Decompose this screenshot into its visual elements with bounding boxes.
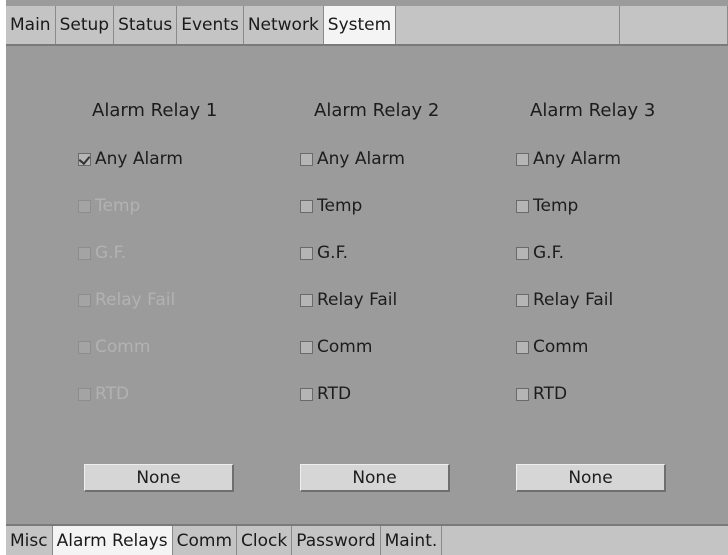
relay-1-none-button[interactable]: None: [84, 464, 234, 492]
checkbox-icon[interactable]: [300, 199, 313, 213]
relay-1-option-comm: Comm: [78, 335, 278, 359]
option-label: Any Alarm: [317, 149, 405, 169]
option-label: Comm: [533, 337, 589, 357]
tab-alarm-relays[interactable]: Alarm Relays: [52, 526, 173, 555]
relay-3-option-temp[interactable]: Temp: [516, 194, 716, 218]
option-label: RTD: [95, 384, 130, 404]
option-label: Any Alarm: [95, 149, 183, 169]
tab-network[interactable]: Network: [244, 6, 324, 44]
option-label: G.F.: [317, 243, 349, 263]
alarm-relay-2-column: Alarm Relay 2 Any Alarm Temp G.F. Relay …: [300, 100, 500, 406]
tab-comm[interactable]: Comm: [173, 526, 238, 555]
option-label: RTD: [317, 384, 352, 404]
relay-3-option-comm[interactable]: Comm: [516, 335, 716, 359]
alarm-relay-3-title: Alarm Relay 3: [530, 100, 656, 121]
alarm-relays-screen: Main Setup Status Events Network System …: [6, 0, 728, 555]
tab-password[interactable]: Password: [292, 526, 381, 555]
checkbox-icon[interactable]: [300, 246, 313, 260]
option-label: G.F.: [533, 243, 565, 263]
checkbox-icon: [78, 387, 91, 401]
checkbox-icon[interactable]: [300, 152, 313, 166]
relay-3-option-relay-fail[interactable]: Relay Fail: [516, 288, 716, 312]
checkbox-icon[interactable]: [516, 199, 529, 213]
relay-2-option-any-alarm[interactable]: Any Alarm: [300, 147, 500, 171]
alarm-relay-2-title: Alarm Relay 2: [314, 100, 440, 121]
tab-setup[interactable]: Setup: [56, 6, 115, 44]
tab-clock[interactable]: Clock: [237, 526, 293, 555]
alarm-relay-3-column: Alarm Relay 3 Any Alarm Temp G.F. Relay …: [516, 100, 716, 406]
relay-2-none-button[interactable]: None: [300, 464, 450, 492]
option-label: Relay Fail: [317, 290, 398, 310]
relay-3-option-any-alarm[interactable]: Any Alarm: [516, 147, 716, 171]
relay-1-option-gf: G.F.: [78, 241, 278, 265]
option-label: Comm: [317, 337, 373, 357]
option-label: RTD: [533, 384, 568, 404]
option-label: Relay Fail: [95, 290, 176, 310]
alarm-relay-1-title: Alarm Relay 1: [92, 100, 218, 121]
relay-2-option-gf[interactable]: G.F.: [300, 241, 500, 265]
option-label: Comm: [95, 337, 151, 357]
option-label: Temp: [317, 196, 363, 216]
checkbox-icon: [78, 340, 91, 354]
tab-status[interactable]: Status: [114, 6, 178, 44]
checkbox-icon[interactable]: [516, 293, 529, 307]
checkbox-icon[interactable]: [300, 293, 313, 307]
relay-1-option-temp: Temp: [78, 194, 278, 218]
tab-events[interactable]: Events: [177, 6, 244, 44]
relay-3-option-gf[interactable]: G.F.: [516, 241, 716, 265]
relay-3-none-button[interactable]: None: [516, 464, 666, 492]
checkbox-checked-icon[interactable]: [78, 152, 91, 166]
tab-main[interactable]: Main: [6, 6, 56, 44]
tab-maint[interactable]: Maint.: [381, 526, 443, 555]
checkbox-icon[interactable]: [300, 387, 313, 401]
checkbox-icon: [78, 293, 91, 307]
option-label: Relay Fail: [533, 290, 614, 310]
relay-1-option-rtd: RTD: [78, 382, 278, 406]
relay-3-option-rtd[interactable]: RTD: [516, 382, 716, 406]
bottom-tab-bar: Misc Alarm Relays Comm Clock Password Ma…: [6, 524, 728, 555]
option-label: Temp: [95, 196, 141, 216]
checkbox-icon: [78, 246, 91, 260]
tab-misc[interactable]: Misc: [6, 526, 53, 555]
top-tab-bar: Main Setup Status Events Network System: [6, 6, 728, 46]
checkbox-icon[interactable]: [516, 246, 529, 260]
relay-2-option-relay-fail[interactable]: Relay Fail: [300, 288, 500, 312]
option-label: Any Alarm: [533, 149, 621, 169]
relay-1-option-relay-fail: Relay Fail: [78, 288, 278, 312]
tab-bar-spacer: [396, 6, 620, 44]
tab-system[interactable]: System: [323, 6, 397, 44]
alarm-relay-1-column: Alarm Relay 1 Any Alarm Temp G.F. Relay …: [78, 100, 278, 406]
relay-2-option-temp[interactable]: Temp: [300, 194, 500, 218]
option-label: G.F.: [95, 243, 127, 263]
checkbox-icon[interactable]: [516, 340, 529, 354]
checkbox-icon[interactable]: [516, 152, 529, 166]
checkbox-icon[interactable]: [516, 387, 529, 401]
relay-2-option-comm[interactable]: Comm: [300, 335, 500, 359]
relay-2-option-rtd[interactable]: RTD: [300, 382, 500, 406]
checkbox-icon: [78, 199, 91, 213]
relay-1-option-any-alarm[interactable]: Any Alarm: [78, 147, 278, 171]
tab-bar-end-cell: [620, 6, 728, 44]
checkbox-icon[interactable]: [300, 340, 313, 354]
option-label: Temp: [533, 196, 579, 216]
bottom-tab-bar-spacer: [442, 526, 728, 555]
